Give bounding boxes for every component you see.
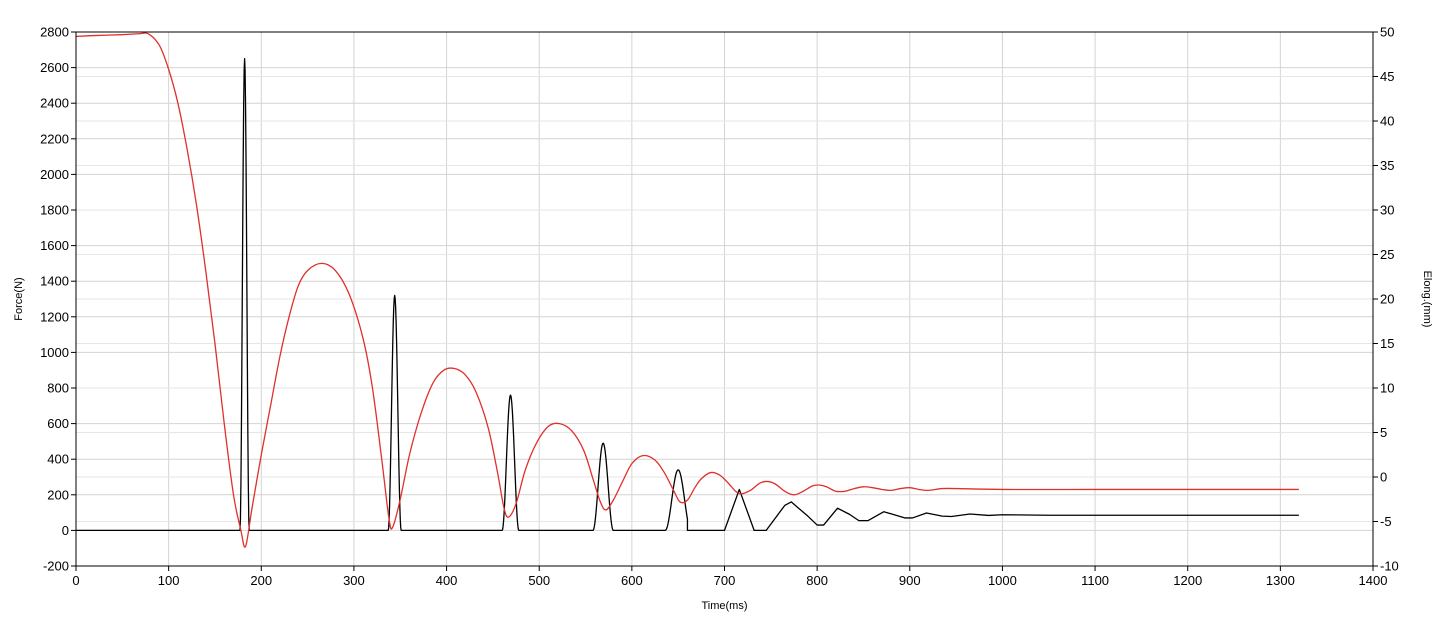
- y-right-tick-label: 35: [1380, 158, 1394, 173]
- x-tick-label: 400: [436, 573, 458, 588]
- x-axis-title: Time(ms): [701, 600, 747, 612]
- y-left-tick-label: 2200: [40, 131, 69, 146]
- x-tick-label: 700: [714, 573, 736, 588]
- x-tick-label: 1000: [988, 573, 1017, 588]
- x-tick-label: 600: [621, 573, 643, 588]
- y-right-tick-label: 20: [1380, 292, 1394, 307]
- force-elongation-chart: 0 100 200 300 400 500 600 700 800 900 1000 1100 1200…: [0, 0, 1443, 625]
- x-tick-label: 900: [899, 573, 921, 588]
- y-left-tick-label: 200: [47, 487, 69, 502]
- x-tick-label: 0: [72, 573, 79, 588]
- y-left-tick-label: 1000: [40, 345, 69, 360]
- y-left-tick-label: 800: [47, 381, 69, 396]
- y-right-tick-label: 30: [1380, 203, 1394, 218]
- y-right-tick-label: 15: [1380, 336, 1394, 351]
- left-axis-title: Force(N): [13, 277, 25, 320]
- x-tick-label: 1400: [1359, 573, 1388, 588]
- y-right-tick-label: 5: [1380, 425, 1387, 440]
- x-tick-label: 800: [806, 573, 828, 588]
- y-right-tick-label: 50: [1380, 25, 1394, 40]
- y-left-tick-label: 1800: [40, 203, 69, 218]
- y-left-tick-label: 1200: [40, 309, 69, 324]
- right-axis-title: Elong.(mm): [1421, 271, 1433, 328]
- y-right-tick-label: -5: [1380, 514, 1392, 529]
- y-left-tick-label: 1400: [40, 274, 69, 289]
- y-left-tick-label: 1600: [40, 238, 69, 253]
- x-tick-label: 1200: [1173, 573, 1202, 588]
- x-tick-label: 200: [250, 573, 272, 588]
- y-left-tick-label: 2800: [40, 25, 69, 40]
- x-tick-label: 1100: [1081, 573, 1109, 588]
- y-right-tick-label: 40: [1380, 114, 1394, 129]
- y-left-tick-label: 2600: [40, 60, 69, 75]
- chart-background: [0, 0, 1443, 625]
- y-right-tick-label: 45: [1380, 69, 1394, 84]
- y-left-tick-label: 600: [47, 416, 69, 431]
- y-right-tick-label: -10: [1380, 559, 1399, 574]
- y-left-tick-label: -200: [43, 559, 69, 574]
- y-right-tick-label: 10: [1380, 381, 1394, 396]
- y-right-tick-label: 25: [1380, 247, 1394, 262]
- x-tick-label: 500: [528, 573, 550, 588]
- y-right-tick-label: 0: [1380, 470, 1387, 485]
- y-left-tick-label: 2400: [40, 96, 69, 111]
- y-left-tick-label: 400: [47, 452, 69, 467]
- x-tick-label: 100: [158, 573, 180, 588]
- x-tick-label: 1300: [1266, 573, 1295, 588]
- y-left-tick-label: 2000: [40, 167, 69, 182]
- y-left-tick-label: 0: [62, 523, 69, 538]
- x-tick-label: 300: [343, 573, 365, 588]
